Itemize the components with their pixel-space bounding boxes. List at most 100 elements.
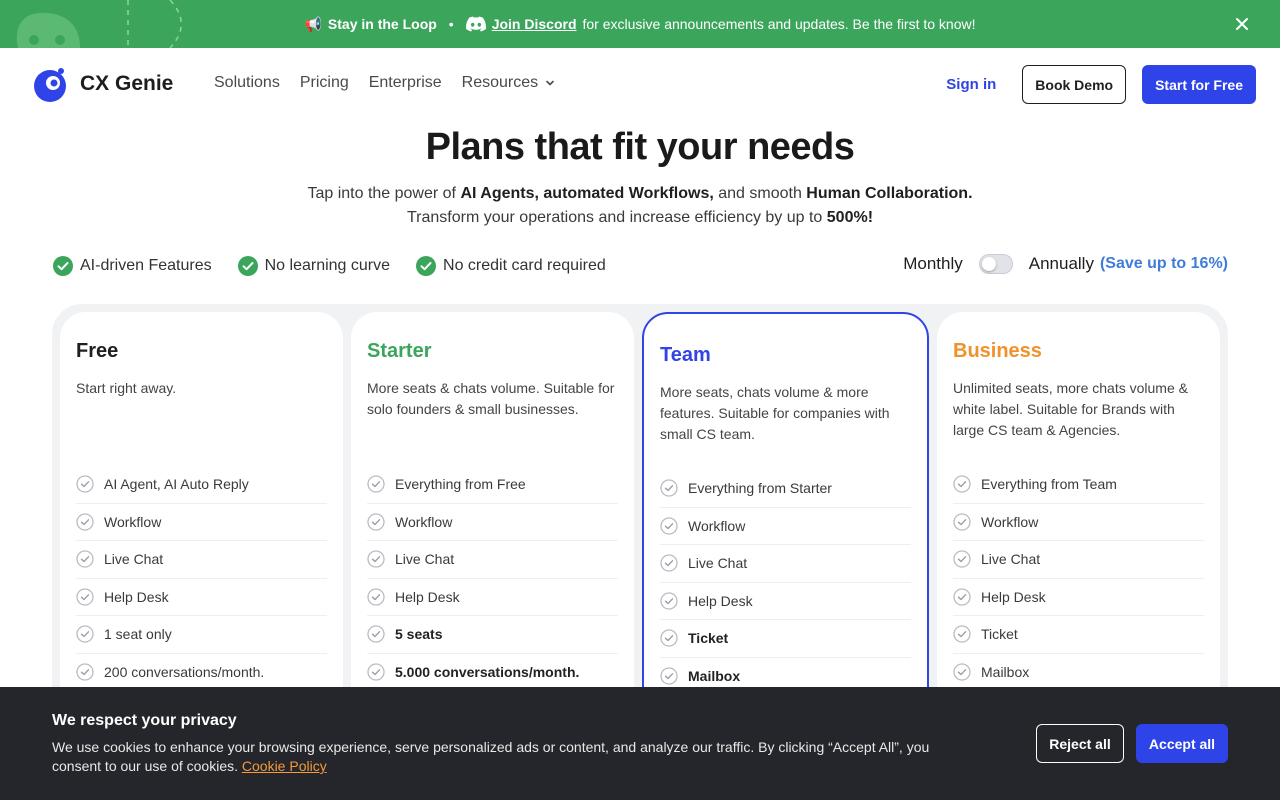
plan-feature-label: 5 seats <box>395 626 443 643</box>
plan-name: Team <box>660 344 711 366</box>
check-circle-outline-icon <box>660 479 678 497</box>
check-circle-outline-icon <box>953 663 971 681</box>
plan-feature-item: 5.000 conversations/month. <box>367 654 618 691</box>
close-icon[interactable] <box>1232 14 1252 34</box>
hero-text: Tap into the power of <box>307 185 461 202</box>
plan-feature-item: Ticket <box>660 620 911 658</box>
plan-feature-item: Everything from Starter <box>660 470 911 508</box>
feature-highlights: AI-driven Features No learning curve No … <box>53 256 606 276</box>
cookie-title: We respect your privacy <box>52 712 237 729</box>
check-circle-icon <box>53 256 73 276</box>
plan-feature-item: Everything from Free <box>367 466 618 504</box>
start-for-free-button[interactable]: Start for Free <box>1142 65 1256 104</box>
plan-feature-label: 5.000 conversations/month. <box>395 663 580 680</box>
plan-feature-label: Workflow <box>104 513 162 530</box>
monthly-label[interactable]: Monthly <box>903 254 963 274</box>
nav-resources[interactable]: Resources <box>462 74 556 92</box>
plan-description: Unlimited seats, more chats volume & whi… <box>953 380 1188 438</box>
annually-label[interactable]: Annually <box>1029 254 1094 274</box>
discord-icon <box>465 16 486 32</box>
plan-feature-item: Ticket <box>953 616 1204 654</box>
nav-solutions[interactable]: Solutions <box>214 74 280 92</box>
plan-feature-item: Help Desk <box>367 579 618 616</box>
plan-name: Starter <box>367 340 432 362</box>
feature-label: No learning curve <box>264 257 391 274</box>
plan-feature-item: 5 seats <box>367 616 618 654</box>
plan-feature-label: Mailbox <box>981 663 1030 680</box>
plan-feature-label: Help Desk <box>395 588 460 605</box>
plan-feature-item: Workflow <box>76 504 327 541</box>
plan-feature-label: Help Desk <box>104 588 169 605</box>
plan-feature-item: Workflow <box>660 508 911 545</box>
sign-in-link[interactable]: Sign in <box>936 76 1006 93</box>
plan-feature-list: AI Agent, AI Auto Reply Workflow Live Chat… <box>76 466 327 691</box>
check-circle-outline-icon <box>953 475 971 493</box>
check-circle-outline-icon <box>660 629 678 647</box>
cookie-policy-link[interactable]: Cookie Policy <box>242 758 327 774</box>
hero-bold-text: AI Agents, automated Workflows, <box>460 185 714 202</box>
plan-feature-list: Everything from Team Workflow Live Chat Hel… <box>953 466 1204 691</box>
check-circle-icon <box>237 256 258 276</box>
plan-feature-label: 200 conversations/month. <box>104 663 265 680</box>
nav-actions: Sign in Book Demo Start for Free <box>936 65 1256 104</box>
announcement-separator: • <box>448 16 454 32</box>
join-discord-label: Join Discord <box>491 16 577 32</box>
check-circle-outline-icon <box>953 588 971 606</box>
plan-feature-item: Help Desk <box>953 579 1204 616</box>
plan-feature-item: 200 conversations/month. <box>76 654 327 691</box>
nav-enterprise[interactable]: Enterprise <box>369 74 442 92</box>
announcement-rest: for exclusive announcements and updates.… <box>582 16 976 32</box>
plan-name: Free <box>76 340 119 362</box>
check-circle-outline-icon <box>76 588 94 606</box>
check-circle-outline-icon <box>660 667 678 685</box>
plan-feature-label: Workflow <box>981 513 1039 530</box>
join-discord-link[interactable]: Join Discord <box>465 16 577 32</box>
plan-feature-label: Ticket <box>981 626 1018 643</box>
cookie-text: We use cookies to enhance your browsing … <box>52 738 982 776</box>
announcement-bar: 📢 Stay in the Loop • Join Discord for ex… <box>0 0 1280 48</box>
check-circle-outline-icon <box>367 475 385 493</box>
announcement-message: 📢 Stay in the Loop • Join Discord for ex… <box>0 0 1280 48</box>
accept-all-button[interactable]: Accept all <box>1136 724 1228 763</box>
billing-period-switch: Monthly Annually (Save up to 16%) <box>903 254 1228 274</box>
plan-feature-item: Help Desk <box>76 579 327 616</box>
plan-feature-item: Workflow <box>367 504 618 541</box>
billing-toggle[interactable] <box>978 254 1013 274</box>
hero-line-2: Transform your operations and increase e… <box>0 206 1280 230</box>
plan-description: More seats & chats volume. Suitable for … <box>367 380 615 417</box>
book-demo-button[interactable]: Book Demo <box>1022 65 1127 104</box>
nav-pricing[interactable]: Pricing <box>300 74 349 92</box>
check-circle-outline-icon <box>367 588 385 606</box>
hero-text: and smooth <box>713 185 807 202</box>
plan-feature-item: 1 seat only <box>76 616 327 654</box>
feature-label: AI-driven Features <box>80 257 212 274</box>
top-nav: CX Genie Solutions Pricing Enterprise Re… <box>0 48 1280 120</box>
plan-description: More seats, chats volume & more features… <box>660 384 890 442</box>
brand-logo[interactable]: CX Genie <box>30 66 173 102</box>
plan-feature-item: Help Desk <box>660 583 911 620</box>
plan-feature-label: Help Desk <box>688 592 753 609</box>
check-circle-outline-icon <box>367 513 385 531</box>
check-circle-icon <box>416 256 437 276</box>
plan-feature-item: Mailbox <box>953 654 1204 691</box>
plan-feature-label: Live Chat <box>104 551 164 568</box>
megaphone-icon: 📢 <box>304 15 322 32</box>
brand-name: CX Genie <box>80 72 174 95</box>
feature-item: AI-driven Features <box>53 256 212 276</box>
hero-bold-text: 500%! <box>826 209 874 226</box>
plan-feature-label: Help Desk <box>981 588 1046 605</box>
check-circle-outline-icon <box>953 550 971 568</box>
nav-resources-label: Resources <box>461 74 539 91</box>
plan-feature-label: Workflow <box>688 517 746 534</box>
plan-feature-item: Live Chat <box>76 541 327 579</box>
chevron-down-icon <box>546 80 554 86</box>
plan-feature-label: Everything from Team <box>981 476 1117 493</box>
plan-feature-item: Live Chat <box>660 545 911 583</box>
plan-feature-label: 1 seat only <box>104 626 172 643</box>
hero-subtitle: Tap into the power of AI Agents, automat… <box>0 182 1280 230</box>
plan-feature-item: Workflow <box>953 504 1204 541</box>
plan-description: Start right away. <box>76 380 177 396</box>
plan-feature-list: Everything from Free Workflow Live Chat Hel… <box>367 466 618 691</box>
check-circle-outline-icon <box>367 550 385 568</box>
reject-all-button[interactable]: Reject all <box>1036 724 1124 763</box>
